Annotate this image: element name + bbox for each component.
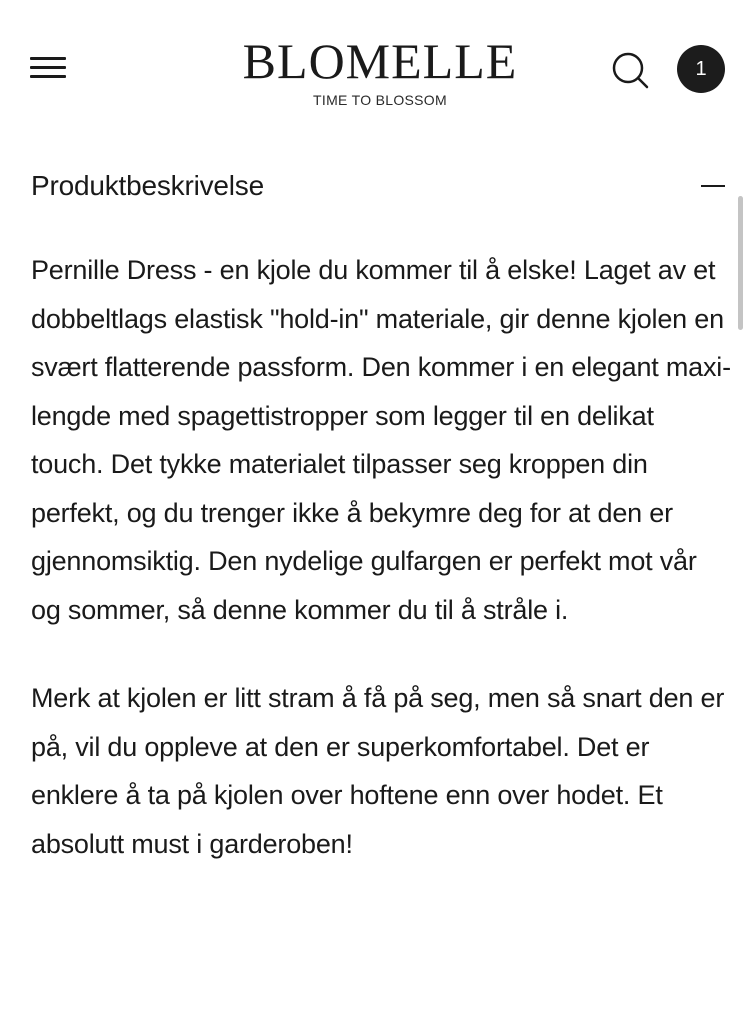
logo-tagline: TIME TO BLOSSOM	[313, 92, 447, 108]
hamburger-menu-icon[interactable]	[30, 52, 68, 82]
minus-icon[interactable]	[701, 185, 725, 187]
cart-button[interactable]: 1	[677, 45, 725, 93]
product-description: Pernille Dress - en kjole du kommer til …	[31, 246, 731, 868]
cart-count-badge: 1	[695, 57, 707, 80]
menu-line	[30, 66, 66, 69]
menu-line	[30, 57, 66, 60]
menu-line	[30, 75, 66, 78]
search-icon[interactable]	[610, 50, 650, 90]
section-title: Produktbeskrivelse	[31, 170, 264, 201]
site-header: BLOMELLE TIME TO BLOSSOM 1	[0, 0, 750, 130]
description-paragraph: Pernille Dress - en kjole du kommer til …	[31, 255, 731, 625]
scrollbar[interactable]	[738, 196, 743, 330]
product-description-toggle[interactable]: Produktbeskrivelse	[31, 162, 727, 210]
brand-logo[interactable]: BLOMELLE TIME TO BLOSSOM	[175, 32, 585, 108]
description-paragraph: Merk at kjolen er litt stram å få på seg…	[31, 683, 725, 859]
logo-wordmark: BLOMELLE	[242, 33, 518, 89]
